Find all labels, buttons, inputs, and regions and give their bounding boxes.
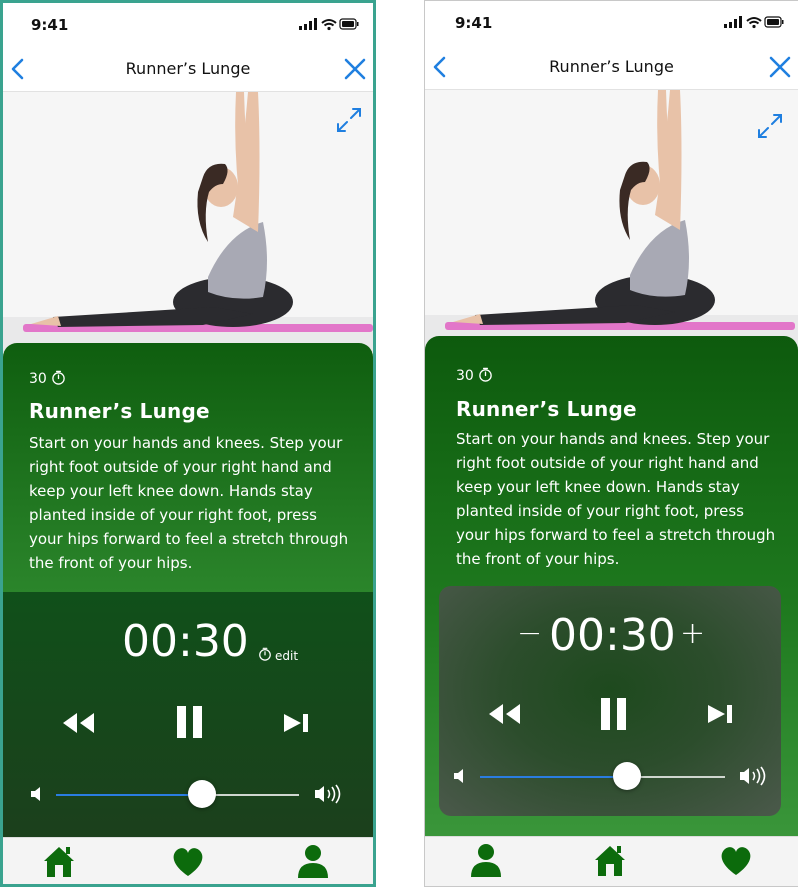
duration-label: 30 [29,370,66,387]
exercise-card: 30 Runner’s Lunge Start on your hands an… [3,343,373,592]
status-time: 9:41 [455,14,493,32]
nav-bar: Runner’s Lunge [3,47,373,92]
volume-slider-thumb[interactable] [187,780,216,808]
system-status-icons [724,16,784,29]
close-icon[interactable] [343,57,367,81]
exercise-description: Start on your hands and knees. Step your… [29,434,349,572]
rewind-icon[interactable] [61,711,97,735]
skip-forward-icon[interactable] [708,703,734,725]
player-panel: − 00:30 + [439,586,781,816]
yoga-pose-image [425,90,798,350]
tab-bar [425,836,798,886]
system-status-icons [299,18,359,31]
timer-display: 00:30 [549,610,676,661]
user-icon[interactable] [295,843,331,879]
volume-slider[interactable] [480,776,725,778]
volume-slider[interactable] [56,794,299,796]
volume-slider-thumb[interactable] [613,762,641,790]
volume-slider-fill [480,776,627,778]
volume-high-icon [740,766,766,786]
expand-icon[interactable] [335,106,363,134]
yoga-pose-image [3,92,373,352]
home-icon[interactable] [41,843,77,879]
close-icon[interactable] [768,55,792,79]
exercise-photo [3,92,373,352]
player-panel: 00:30 edit [3,592,373,844]
duration-label: 30 [456,367,493,384]
status-bar: 9:41 [3,3,373,47]
heart-icon[interactable] [718,842,754,878]
status-bar: 9:41 [425,1,798,45]
stopwatch-icon [479,367,492,382]
exercise-title: Runner’s Lunge [29,399,210,423]
tab-bar [3,837,373,884]
home-icon[interactable] [592,842,628,878]
volume-low-icon [454,769,463,783]
page-title: Runner’s Lunge [125,59,251,78]
heart-icon[interactable] [170,843,206,879]
timer-display: 00:30 [122,616,249,667]
volume-high-icon [315,784,341,804]
exercise-title: Runner’s Lunge [456,397,637,421]
volume-slider-fill [56,794,202,796]
nav-bar: Runner’s Lunge [425,45,798,90]
stopwatch-icon [259,647,271,661]
rewind-icon[interactable] [487,702,523,726]
exercise-photo [425,90,798,350]
stopwatch-icon [52,370,65,385]
page-title: Runner’s Lunge [549,57,674,76]
phone-screen-version-a: 9:41 Runner’s Lunge 30 Runner’s Lunge St… [0,0,376,887]
edit-timer-button[interactable]: edit [258,647,298,663]
exercise-card: 30 Runner’s Lunge Start on your hands an… [425,336,798,836]
phone-screen-version-b: 9:41 Runner’s Lunge 30 Runner’s Lunge St… [424,0,798,887]
expand-icon[interactable] [756,112,784,140]
status-time: 9:41 [31,16,69,34]
pause-icon[interactable] [177,706,203,738]
user-icon[interactable] [468,842,504,878]
volume-low-icon [31,787,40,801]
exercise-description: Start on your hands and knees. Step your… [456,430,776,568]
decrease-time-button[interactable]: − [517,616,542,651]
pause-icon[interactable] [601,698,627,730]
increase-time-button[interactable]: + [680,616,705,651]
skip-forward-icon[interactable] [284,712,310,734]
